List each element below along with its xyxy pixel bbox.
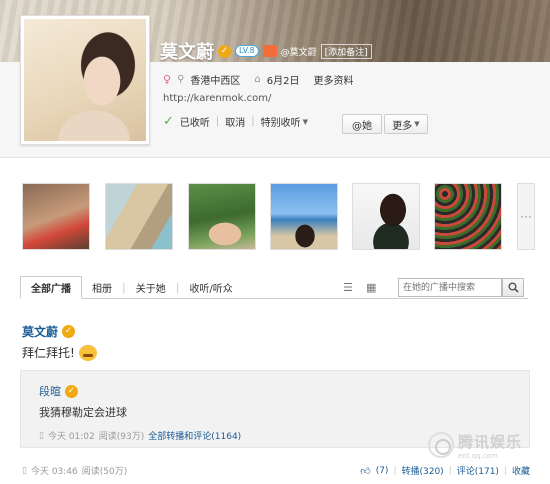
thumbs-up-icon[interactable]: 👍︎ <box>360 465 370 477</box>
add-note-link[interactable]: [添加备注] <box>320 43 372 59</box>
avatar-image <box>24 19 146 141</box>
watermark-text: 腾讯娱乐 ent.qq.com <box>458 431 522 460</box>
photo-thumbnail[interactable] <box>22 183 90 250</box>
birthday-icon: ⌂ <box>254 74 261 85</box>
vip-icon[interactable] <box>262 45 277 57</box>
mobile-icon: ▯ <box>22 465 27 476</box>
special-follow-label: 特别收听 <box>260 118 301 129</box>
mention-button[interactable]: @她 <box>342 114 382 134</box>
chevron-down-icon: ▼ <box>414 120 420 128</box>
more-label: 更多 <box>392 120 413 132</box>
like-count[interactable]: (7) <box>376 466 389 476</box>
grid-view-icon[interactable]: ▦ <box>366 281 376 294</box>
more-info-link[interactable]: 更多资料 <box>313 72 353 87</box>
divider: | <box>503 465 507 476</box>
tab-all-posts[interactable]: 全部广播 <box>20 276 82 299</box>
location-pin-icon: ⚲ <box>177 74 185 85</box>
post-footer: ▯ 今天 03:46 阅读(50万) 👍︎ (7) | 转播(320) | 评论… <box>22 464 530 478</box>
list-view-icon[interactable]: ☰ <box>343 281 353 294</box>
more-button[interactable]: 更多 ▼ <box>384 114 428 134</box>
chevron-down-icon: ▼ <box>302 117 309 126</box>
laughing-emoji-icon <box>78 344 97 361</box>
follow-row: ✓ 已收听 | 取消 | 特别收听 ▼ <box>163 114 308 129</box>
special-follow-dropdown[interactable]: 特别收听 ▼ <box>260 114 309 130</box>
photo-thumbnail[interactable] <box>352 183 420 250</box>
tab-about[interactable]: 关于她 <box>126 276 176 298</box>
post-author-name[interactable]: 莫文蔚 <box>22 323 58 340</box>
watermark: 腾讯娱乐 ent.qq.com <box>428 430 546 460</box>
photo-thumbnail[interactable] <box>270 183 338 250</box>
mention-label: @她 <box>352 120 372 132</box>
profile-name-row: 莫文蔚 ✓ LV.8 @莫文蔚 [添加备注] <box>160 38 372 64</box>
divider: | <box>251 116 255 127</box>
repost-meta: ▯ 今天 01:02 阅读(93万) 全部转播和评论(1164) <box>39 429 241 443</box>
post-text-row: 拜仁拜托! <box>22 344 97 361</box>
photo-thumbnail[interactable] <box>434 183 502 250</box>
all-reposts-link[interactable]: 全部转播和评论(1164) <box>148 429 241 442</box>
watermark-en: ent.qq.com <box>458 451 498 460</box>
profile-info-row: ♀ ⚲ 香港中西区 ⌂ 6月2日 更多资料 <box>163 72 353 87</box>
post-reads: 阅读(50万) <box>81 467 128 477</box>
search-input[interactable] <box>398 278 502 297</box>
repost-text: 我猜穆勒定会进球 <box>39 406 127 419</box>
retweet-link[interactable]: 转播(320) <box>401 464 443 477</box>
profile-birthday: 6月2日 <box>266 76 300 87</box>
profile-location: 香港中西区 <box>190 76 241 87</box>
repost-author-name[interactable]: 段暄 <box>39 383 61 399</box>
profile-name: 莫文蔚 <box>160 42 214 63</box>
divider: | <box>393 465 397 476</box>
divider: | <box>448 465 452 476</box>
level-badge[interactable]: LV.8 <box>235 45 259 57</box>
post-meta: ▯ 今天 03:46 阅读(50万) <box>22 464 128 478</box>
profile-url[interactable]: http://karenmok.com/ <box>163 93 271 104</box>
repost-time[interactable]: 今天 01:02 <box>48 429 95 442</box>
comment-link[interactable]: 评论(171) <box>457 464 499 477</box>
unfollow-link[interactable]: 取消 <box>225 114 245 129</box>
female-icon: ♀ <box>163 73 172 86</box>
verified-icon: ✓ <box>62 325 76 338</box>
photo-thumbnail[interactable] <box>188 183 256 250</box>
mobile-icon: ▯ <box>39 430 44 441</box>
watermark-cn: 腾讯娱乐 <box>458 432 523 451</box>
photo-thumbnail[interactable] <box>105 183 173 250</box>
post-author-row: 莫文蔚 ✓ <box>22 323 76 340</box>
verified-icon: ✓ <box>218 44 231 58</box>
tencent-logo-icon <box>428 432 454 458</box>
avatar[interactable] <box>20 15 150 145</box>
post-actions: 👍︎ (7) | 转播(320) | 评论(171) | 收藏 <box>360 464 530 478</box>
repost-reads: 阅读(93万) <box>98 432 145 442</box>
profile-handle: @莫文蔚 <box>280 47 317 58</box>
repost-author-row: 段暄 ✓ <box>39 383 78 399</box>
check-icon: ✓ <box>163 114 174 129</box>
tab-album[interactable]: 相册 <box>82 276 122 298</box>
search-button[interactable] <box>502 278 524 297</box>
verified-icon: ✓ <box>65 384 78 398</box>
more-photos-button[interactable]: ··· <box>517 183 535 250</box>
followed-status: 已收听 <box>179 118 210 129</box>
search-icon <box>508 282 519 293</box>
post-text: 拜仁拜托! <box>22 346 75 360</box>
favorite-link[interactable]: 收藏 <box>512 464 530 477</box>
post-time[interactable]: 今天 03:46 <box>31 464 78 477</box>
tab-followers[interactable]: 收听/听众 <box>179 276 242 298</box>
divider: | <box>215 116 220 127</box>
